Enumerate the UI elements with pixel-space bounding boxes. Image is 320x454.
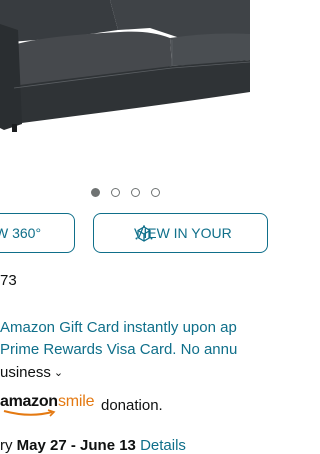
chevron-down-icon: ⌄: [53, 367, 64, 379]
carousel-indicator[interactable]: [0, 186, 250, 200]
delivery-row: ry May 27 - June 13 Details: [0, 437, 186, 454]
carousel-dot[interactable]: [151, 188, 160, 197]
ar-cube-icon: [135, 225, 153, 242]
offer-line-3: usiness: [0, 364, 51, 381]
view-360-button[interactable]: W 360°: [0, 213, 75, 253]
smile-arrow-icon: [3, 409, 56, 417]
offer-line-2[interactable]: Prime Rewards Visa Card. No annu: [0, 341, 237, 358]
carousel-dot[interactable]: [91, 188, 100, 197]
details-link[interactable]: Details: [140, 437, 186, 454]
view-360-label: W 360°: [0, 225, 42, 241]
donation-text: donation.: [101, 397, 163, 414]
amazon-smile-logo: amazon smile: [0, 391, 98, 417]
sofa-image: [0, 0, 250, 172]
carousel-dot[interactable]: [111, 188, 120, 197]
product-image[interactable]: [0, 0, 250, 172]
smile-wordmark: smile: [58, 393, 95, 410]
view-in-your-room-button[interactable]: VIEW IN YOUR: [93, 213, 268, 253]
delivery-prefix: ry: [0, 437, 13, 454]
price-text: 73: [0, 272, 17, 289]
offer-business-toggle[interactable]: usiness ⌄: [0, 364, 63, 381]
carousel-dot[interactable]: [131, 188, 140, 197]
offer-line-1[interactable]: Amazon Gift Card instantly upon ap: [0, 319, 237, 336]
delivery-dates: May 27 - June 13: [16, 437, 136, 454]
